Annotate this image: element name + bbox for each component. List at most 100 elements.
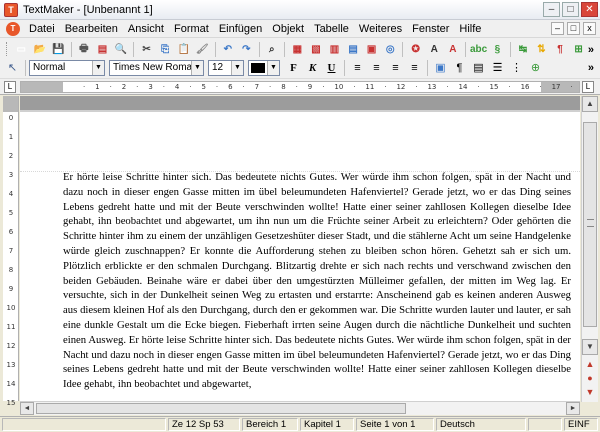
- maximize-button[interactable]: □: [562, 2, 579, 17]
- copy-icon[interactable]: ⎘: [157, 41, 174, 58]
- menu-fenster[interactable]: Fenster: [407, 21, 454, 37]
- menu-ansicht[interactable]: Ansicht: [123, 21, 169, 37]
- toolbar-grip[interactable]: [6, 41, 9, 58]
- hyphenation-icon[interactable]: ↹: [515, 41, 532, 58]
- scroll-up-button[interactable]: ▲: [582, 96, 598, 112]
- text-color-select[interactable]: ▼: [248, 59, 280, 76]
- next-page-button[interactable]: ▼: [582, 386, 598, 398]
- toolbar-separator: [258, 41, 260, 58]
- align-justify-button[interactable]: ≡: [406, 59, 423, 76]
- toolbar-more-button[interactable]: »: [588, 62, 594, 74]
- close-button[interactable]: ✕: [581, 2, 598, 17]
- insert-object-icon[interactable]: ▣: [363, 41, 380, 58]
- binoculars-icon[interactable]: ⌕: [264, 41, 281, 58]
- scroll-down-button[interactable]: ▼: [582, 339, 598, 355]
- chevron-down-icon[interactable]: ▼: [231, 60, 243, 75]
- document-menu-icon[interactable]: T: [6, 21, 20, 36]
- undo-icon[interactable]: ↶: [219, 41, 236, 58]
- horizontal-scroll-thumb[interactable]: [36, 403, 406, 414]
- grip-icon: [587, 219, 594, 227]
- vertical-ruler[interactable]: 0 1 2 3 4 5 6 7 8 9 10 11 12 13 14 15: [3, 96, 19, 407]
- tab-type-button[interactable]: L: [4, 81, 16, 93]
- insert-chart-icon[interactable]: ▤: [345, 41, 362, 58]
- toolbar-more-button[interactable]: »: [588, 44, 594, 56]
- align-left-button[interactable]: ≡: [349, 59, 366, 76]
- columns-icon[interactable]: ▤: [470, 59, 487, 76]
- open-folder-icon[interactable]: 📂: [32, 41, 49, 58]
- thesaurus-icon[interactable]: §: [489, 41, 506, 58]
- menu-bearbeiten[interactable]: Bearbeiten: [60, 21, 123, 37]
- ruler-tick: ·: [384, 83, 387, 91]
- cut-icon[interactable]: ✂: [138, 41, 155, 58]
- style-icon[interactable]: ⇅: [533, 41, 550, 58]
- menu-format[interactable]: Format: [169, 21, 214, 37]
- format-painter-icon[interactable]: 🖌: [194, 41, 211, 58]
- print-preview-icon[interactable]: 🔍: [113, 41, 130, 58]
- indent-icon[interactable]: ⋮: [508, 59, 525, 76]
- paste-icon[interactable]: 📋: [175, 41, 192, 58]
- new-document-icon[interactable]: ▭: [13, 41, 30, 58]
- chevron-down-icon[interactable]: ▼: [191, 60, 203, 75]
- page-header-area[interactable]: [20, 112, 580, 172]
- underline-button[interactable]: U: [323, 59, 340, 76]
- menu-tabelle[interactable]: Tabelle: [309, 21, 354, 37]
- browse-object-button[interactable]: ●: [582, 372, 598, 384]
- insert-table-icon[interactable]: ▥: [326, 41, 343, 58]
- ruler-end-button[interactable]: L: [582, 81, 594, 93]
- pointer-icon[interactable]: ↖: [4, 59, 21, 76]
- scroll-right-button[interactable]: ►: [566, 402, 580, 415]
- toolbar-separator: [465, 41, 467, 58]
- style-select[interactable]: Normal ▼: [29, 59, 105, 76]
- spellcheck-icon[interactable]: abc: [470, 41, 487, 58]
- paragraph-format-icon[interactable]: ¶: [451, 59, 468, 76]
- font-icon[interactable]: A: [445, 41, 462, 58]
- align-right-button[interactable]: ≡: [387, 59, 404, 76]
- insert-frame-icon[interactable]: A: [426, 41, 443, 58]
- insert-textframe-icon[interactable]: ▦: [289, 41, 306, 58]
- insert-image-icon[interactable]: ▧: [308, 41, 325, 58]
- font-size-select[interactable]: 12 ▼: [208, 59, 244, 76]
- zoom-icon[interactable]: ◎: [382, 41, 399, 58]
- ruler-tick: 14: [458, 83, 468, 91]
- navigator-icon[interactable]: ✪: [407, 41, 424, 58]
- horizontal-scrollbar[interactable]: ◄ ►: [20, 401, 580, 415]
- chevron-down-icon[interactable]: ▼: [92, 60, 104, 75]
- redo-icon[interactable]: ↷: [238, 41, 255, 58]
- doc-maximize-button[interactable]: □: [567, 22, 580, 35]
- ruler-tick: ·: [353, 83, 356, 91]
- ruler-margin-left: [21, 82, 63, 92]
- vertical-scroll-thumb[interactable]: [583, 122, 597, 327]
- bullets-icon[interactable]: ⊞: [570, 41, 587, 58]
- save-icon[interactable]: 💾: [50, 41, 67, 58]
- menu-hilfe[interactable]: Hilfe: [454, 21, 486, 37]
- scroll-left-button[interactable]: ◄: [20, 402, 34, 415]
- pdf-export-icon[interactable]: ▤: [94, 41, 111, 58]
- numbering-icon[interactable]: ☰: [489, 59, 506, 76]
- ruler-tick: 7: [254, 83, 260, 91]
- vertical-scrollbar[interactable]: ▲ ▼ ▲ ● ▼: [581, 96, 598, 402]
- document-canvas[interactable]: Er hörte leise Schritte hinter sich. Das…: [20, 96, 580, 402]
- insert-field-icon[interactable]: ⊕: [527, 59, 544, 76]
- minimize-button[interactable]: –: [543, 2, 560, 17]
- print-icon[interactable]: 🖶: [76, 41, 93, 58]
- document-window-controls: – □ x: [551, 22, 596, 35]
- italic-button[interactable]: K: [304, 59, 321, 76]
- doc-minimize-button[interactable]: –: [551, 22, 564, 35]
- menu-datei[interactable]: Datei: [24, 21, 60, 37]
- font-select[interactable]: Times New Roman ▼: [109, 59, 204, 76]
- character-icon[interactable]: ▣: [432, 59, 449, 76]
- bold-button[interactable]: F: [285, 59, 302, 76]
- doc-close-button[interactable]: x: [583, 22, 596, 35]
- align-center-button[interactable]: ≡: [368, 59, 385, 76]
- ruler-tick: 17: [551, 83, 561, 91]
- previous-page-button[interactable]: ▲: [582, 358, 598, 370]
- horizontal-ruler[interactable]: · 1 · 2 · 3 · 4 · 5 · 6 · 7 · 8 · 9 · 10 · 11 · 12 · 13 · 14 · 15 · 16 ·…: [20, 81, 580, 93]
- document-body-text[interactable]: Er hörte leise Schritte hinter sich. Das…: [63, 170, 571, 392]
- paragraph-icon[interactable]: ¶: [552, 41, 569, 58]
- status-language[interactable]: Deutsch: [436, 418, 526, 431]
- status-insert-mode[interactable]: EINF: [564, 418, 598, 431]
- chevron-down-icon[interactable]: ▼: [267, 60, 279, 75]
- menu-einfuegen[interactable]: Einfügen: [214, 21, 267, 37]
- menu-weiteres[interactable]: Weiteres: [354, 21, 407, 37]
- menu-objekt[interactable]: Objekt: [267, 21, 309, 37]
